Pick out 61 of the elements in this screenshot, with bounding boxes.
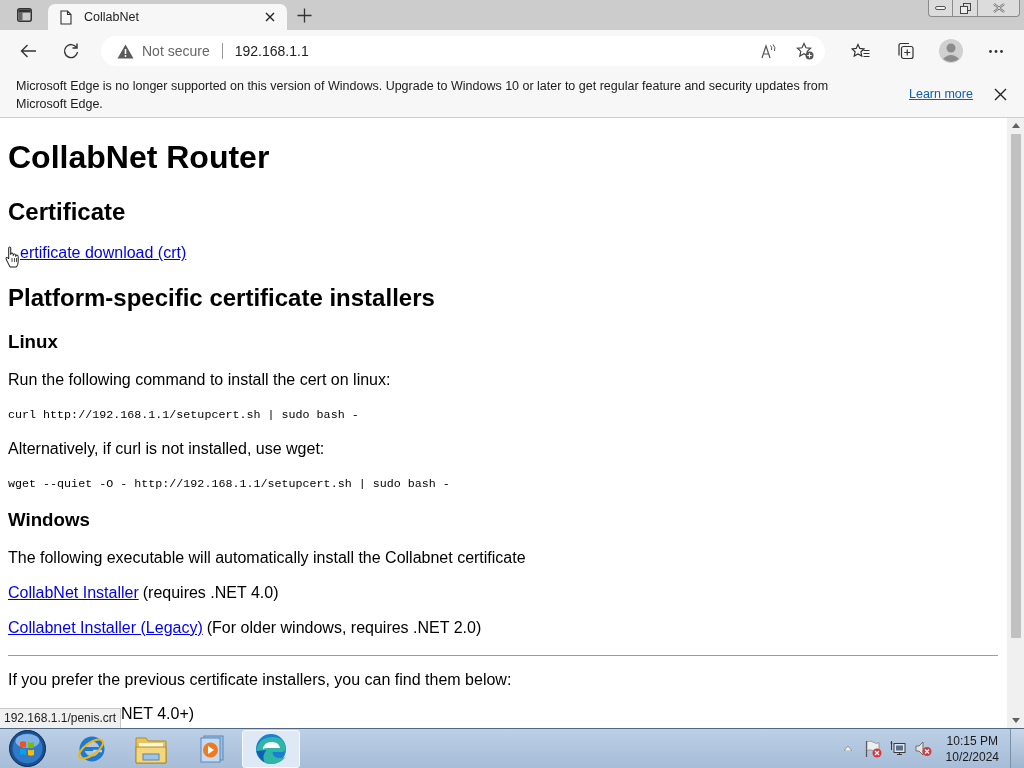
media-player-icon — [198, 734, 224, 763]
link[interactable]: CollabNet Installer — [8, 584, 139, 602]
banner-message: Microsoft Edge is no longer supported on this version of Windows. Upgrade to Windows 10 or later to get regular feature and security updates from Microsoft Edge. — [16, 77, 830, 113]
url-text[interactable]: 192.168.1.1 — [234, 40, 309, 62]
scrollbar-thumb[interactable] — [1010, 134, 1021, 638]
address-bar[interactable]: Not secure 192.168.1.1 — [101, 36, 825, 66]
speaker-muted-icon[interactable] — [914, 740, 932, 757]
close-icon — [994, 88, 1008, 101]
taskbar-button[interactable] — [242, 729, 300, 768]
profile-button[interactable] — [936, 36, 966, 66]
paragraph: If you prefer the previous certificate installers, you can find them below: — [8, 671, 512, 689]
back-arrow-icon — [19, 44, 37, 58]
page-icon — [60, 9, 72, 25]
security-label[interactable]: Not secure — [142, 40, 210, 62]
clock-date[interactable]: 10/2/2024 — [945, 748, 999, 765]
paragraph: NET 4.0+) — [121, 705, 195, 723]
plus-icon — [296, 7, 312, 23]
close-icon — [992, 3, 1005, 13]
collections-icon — [896, 42, 914, 60]
browser-tab[interactable]: CollabNet — [48, 4, 287, 30]
edge-icon — [255, 732, 287, 765]
flag-error-icon[interactable] — [864, 739, 882, 758]
status-url-tooltip: 192.168.1.1/penis.crt — [0, 708, 122, 728]
paragraph: Alternatively, if curl is not installed, use wget: — [8, 440, 325, 458]
clock-time[interactable]: 10:15 PM — [946, 732, 998, 749]
page-heading: CollabNet Router — [8, 139, 270, 176]
note-text: (requires .NET 4.0) — [142, 584, 279, 602]
subsection-heading: Linux — [8, 331, 58, 353]
close-icon — [265, 12, 275, 22]
learn-more-link[interactable]: Learn more — [909, 85, 973, 104]
command-text: wget --quiet -O - http://192.168.1.1/setupcert.sh | sudo bash - — [8, 477, 450, 491]
scrollbar[interactable] — [1007, 118, 1024, 728]
minimize-icon — [935, 6, 946, 10]
restore-button[interactable] — [953, 0, 978, 17]
start-button[interactable] — [8, 729, 46, 768]
read-aloud-icon — [761, 43, 777, 59]
link[interactable]: Collabnet Installer (Legacy) — [8, 619, 203, 637]
network-icon[interactable] — [889, 740, 906, 757]
paragraph: The following executable will automatically install the Collabnet certificate — [8, 549, 526, 567]
minimize-button[interactable] — [928, 0, 953, 17]
tab-actions-icon — [16, 8, 32, 22]
link[interactable]: ertificate download (crt) — [20, 244, 187, 262]
note-text: (For older windows, requires .NET 2.0) — [206, 619, 482, 637]
hand-cursor-icon — [5, 246, 19, 268]
refresh-icon — [63, 42, 79, 60]
tab-title: CollabNet — [84, 8, 139, 26]
warning-icon — [117, 43, 134, 59]
scroll-down-icon[interactable] — [1011, 718, 1020, 723]
up-triangle-icon — [843, 746, 852, 751]
restore-icon — [959, 2, 971, 14]
command-text: curl http://192.168.1.1/setupcert.sh | sudo bash - — [8, 408, 359, 422]
star-list-icon — [850, 42, 870, 60]
more-icon — [989, 49, 1003, 53]
star-plus-icon — [796, 42, 814, 60]
avatar-icon — [939, 39, 963, 63]
section-heading: Platform-specific certificate installers — [8, 283, 435, 313]
scroll-up-icon[interactable] — [1011, 123, 1020, 128]
windows-orb-icon — [8, 730, 46, 767]
paragraph: Run the following command to install the cert on linux: — [8, 371, 391, 389]
section-heading: Certificate — [8, 197, 126, 227]
subsection-heading: Windows — [8, 509, 90, 531]
